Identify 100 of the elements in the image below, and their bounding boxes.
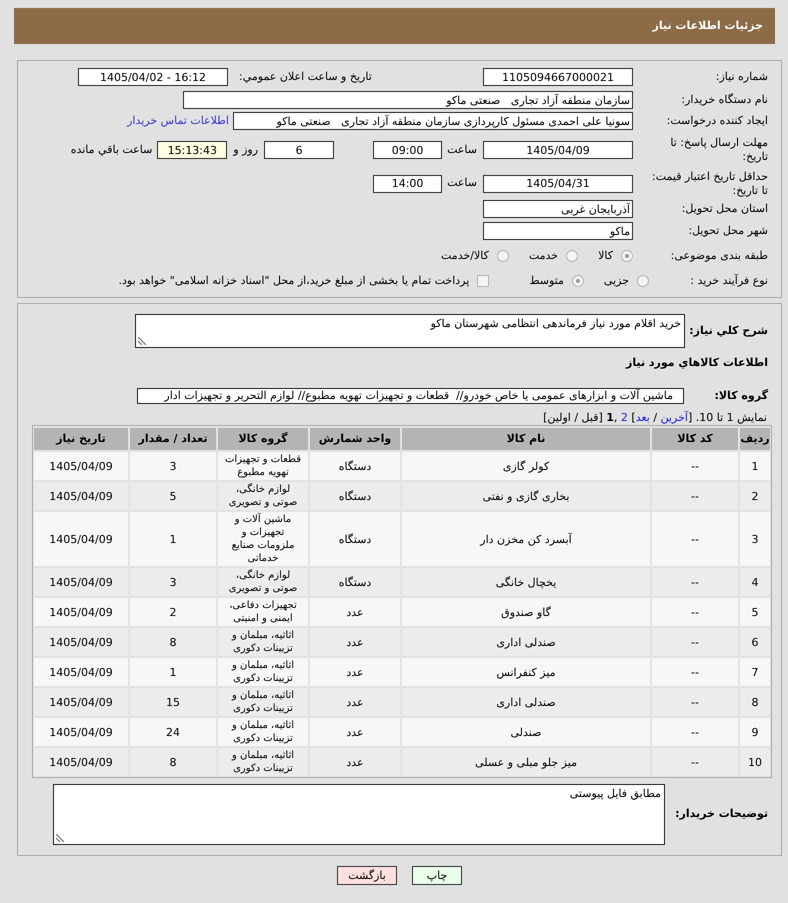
field-label: شهر محل تحویل:: [688, 224, 768, 237]
notes-textarea[interactable]: مطابق فایل پیوستی: [53, 784, 665, 845]
table-cell: ماشین آلات و تجهیزات و ملزومات صنایع خدماتی: [218, 512, 308, 566]
column-header: تاریخ نیاز: [34, 428, 128, 450]
table-cell: 1405/04/09: [34, 452, 128, 480]
table-cell: 3: [130, 452, 216, 480]
table-cell: اثاثیه، مبلمان و تزیینات دکوری: [218, 658, 308, 686]
table-cell: 3: [740, 512, 770, 566]
pager-link[interactable]: 2: [620, 411, 628, 424]
table-cell: قطعات و تجهیزات تهویه مطبوع: [218, 452, 308, 480]
field-label: ساعت باقي مانده: [70, 142, 152, 158]
requester-field[interactable]: سونیا علی احمدی مسئول کارپردازی سازمان منطقه آزاد تجاری صنعتی ماکو: [233, 112, 633, 130]
table-cell: --: [652, 718, 738, 746]
resize-grip-icon: [56, 834, 64, 842]
days-field[interactable]: 6: [264, 141, 334, 159]
table-cell: بخاری گازی و نفتی: [402, 482, 650, 510]
remaining-time-field[interactable]: 15:13:43: [157, 141, 228, 159]
province-field[interactable]: آذربایجان غربی: [483, 200, 633, 218]
table-cell: گاو صندوق: [402, 598, 650, 626]
field-label: توضیحات خریدار:: [675, 807, 768, 820]
field-label: نوع فرآیند خرید :: [690, 274, 768, 287]
table-cell: 1405/04/09: [34, 512, 128, 566]
table-cell: --: [652, 452, 738, 480]
table-cell: --: [652, 748, 738, 776]
table-cell: --: [652, 482, 738, 510]
table-cell: 1405/04/09: [34, 688, 128, 716]
table-cell: عدد: [310, 718, 400, 746]
radio-label: کالا/خدمت: [441, 248, 489, 264]
radio-label: خدمت: [528, 248, 558, 264]
need-number-field[interactable]: 1105094667000021: [483, 68, 633, 86]
resize-grip-icon: [138, 337, 146, 345]
table-cell: میز جلو مبلی و عسلی: [402, 748, 650, 776]
table-cell: دستگاه: [310, 568, 400, 596]
field-label: حداقل تاریخ اعتبار قیمت: تا تاریخ:: [651, 170, 768, 198]
field-label: مهلت ارسال پاسخ: تا تاریخ:: [669, 136, 768, 164]
buyer-org-field[interactable]: سازمان منطقه آزاد تجاری صنعتی ماکو: [183, 91, 633, 109]
time-field[interactable]: 14:00: [373, 174, 442, 192]
table-cell: --: [652, 658, 738, 686]
radio-button[interactable]: [566, 250, 578, 262]
radio-button[interactable]: [637, 275, 649, 287]
goods-group-field[interactable]: ماشین آلات و ابزارهای عمومی یا خاص خودرو// قطعات و تجهیزات تهویه مطبوع// لوازم التحریر و تجهیزات ادار: [137, 388, 684, 404]
table-cell: 1: [130, 658, 216, 686]
field-label: شرح کلي نیاز:: [689, 324, 768, 337]
field-label: گروه کالا:: [714, 388, 768, 402]
table-cell: 5: [740, 598, 770, 626]
table-cell: 5: [130, 482, 216, 510]
checkbox[interactable]: [477, 275, 490, 287]
table-cell: 2: [130, 598, 216, 626]
date-field[interactable]: 1405/04/09: [483, 141, 633, 159]
table-cell: کولر گازی: [402, 452, 650, 480]
table-cell: 24: [130, 718, 216, 746]
table-cell: عدد: [310, 658, 400, 686]
field-label: تاریخ و ساعت اعلان عمومي:: [239, 68, 372, 85]
table-cell: عدد: [310, 598, 400, 626]
field-label: استان محل تحویل:: [682, 202, 768, 215]
field-label: ساعت: [447, 175, 477, 192]
radio-button[interactable]: [572, 275, 584, 287]
table-cell: 15: [130, 688, 216, 716]
table-cell: --: [652, 628, 738, 656]
radio-button[interactable]: [621, 250, 633, 262]
column-header: گروه کالا: [218, 428, 308, 450]
field-label: نام دستگاه خریدار:: [681, 92, 768, 106]
table-cell: 1405/04/09: [34, 718, 128, 746]
table-cell: اثاثیه، مبلمان و تزیینات دکوری: [218, 688, 308, 716]
radio-label: کالا: [598, 248, 613, 264]
table-cell: عدد: [310, 748, 400, 776]
table-cell: 8: [740, 688, 770, 716]
table-cell: اثاثیه، مبلمان و تزیینات دکوری: [218, 748, 308, 776]
field-label: ساعت: [447, 142, 477, 158]
date-field[interactable]: 1405/04/31: [483, 174, 633, 192]
contact-info-link[interactable]: اطلاعات تماس خریدار: [127, 112, 229, 130]
table-cell: دستگاه: [310, 482, 400, 510]
table-cell: اثاثیه، مبلمان و تزیینات دکوری: [218, 628, 308, 656]
pager-link[interactable]: آخرین: [660, 411, 688, 424]
table-cell: 1405/04/09: [34, 482, 128, 510]
table-cell: 1405/04/09: [34, 568, 128, 596]
column-header: واحد شمارش: [310, 428, 400, 450]
field-label: شماره نیاز:: [716, 70, 768, 83]
table-cell: 3: [130, 568, 216, 596]
table-cell: دستگاه: [310, 512, 400, 566]
radio-button[interactable]: [496, 250, 509, 262]
table-cell: دستگاه: [310, 452, 400, 480]
print-button[interactable]: چاپ: [412, 866, 462, 885]
table-cell: یخچال خانگی: [402, 568, 650, 596]
time-field[interactable]: 09:00: [373, 141, 442, 159]
table-cell: 7: [740, 658, 770, 686]
table-cell: 4: [740, 568, 770, 596]
back-button[interactable]: بازگشت: [337, 866, 397, 885]
table-cell: آبسرد کن مخزن دار: [402, 512, 650, 566]
pager-link[interactable]: بعد: [636, 411, 650, 424]
table-cell: --: [652, 688, 738, 716]
field-label: طبقه بندی موضوعی:: [670, 248, 768, 262]
table-cell: تجهیزات دفاعی، ایمنی و امنیتی: [218, 598, 308, 626]
table-cell: --: [652, 512, 738, 566]
city-field[interactable]: ماکو: [483, 222, 633, 240]
radio-label: متوسط: [529, 272, 564, 289]
table-cell: لوازم خانگی، صوتی و تصویری: [218, 568, 308, 596]
summary-textarea[interactable]: خرید اقلام مورد نیاز فرماندهی انتظامی شهرستان ماکو: [135, 314, 685, 348]
field-label: ایجاد کننده درخواست:: [666, 114, 768, 127]
announce-date-field[interactable]: 1405/04/02 - 16:12: [78, 68, 228, 86]
